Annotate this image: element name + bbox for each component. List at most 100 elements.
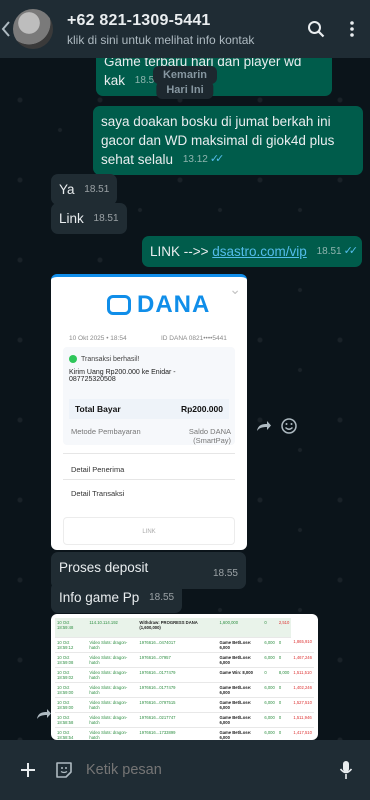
chat-header[interactable]: +62 821-1309-5441 klik di sini untuk mel… (0, 0, 370, 58)
message-incoming[interactable]: Link 18.51 (51, 203, 127, 234)
table-row: 10 Oct 18:59:08 Video Slots: dragon-hatch… (55, 652, 314, 668)
message-link[interactable]: dsastro.com/vip (212, 244, 307, 259)
table-cell: 6,000 (262, 712, 277, 728)
table-cell: 0 (262, 618, 277, 638)
contact-subtitle: klik di sini untuk melihat info kontak (67, 32, 255, 47)
date-chip: Hari Ini (156, 81, 214, 99)
table-cell: 0 (276, 727, 292, 740)
table-cell: Game Bet/Lose: 6,000 (217, 727, 263, 740)
table-cell: 6,000 (262, 637, 277, 653)
table-row: 10 Oct 18:58:54 Video Slots: dragon-hatch… (55, 727, 314, 740)
table-cell: Game Win: 8,000 (217, 667, 263, 683)
receipt-date: 10 Okt 2025 • 18:54 (69, 335, 127, 342)
table-cell: 10 Oct 18:58:58 (55, 712, 88, 728)
message-time: 18.55 (212, 568, 238, 579)
table-cell: Video Slots: dragon-hatch (87, 652, 138, 668)
message-text: Ya (59, 182, 75, 197)
sticker-icon[interactable] (46, 740, 82, 800)
table-cell: 6,000 (262, 652, 277, 668)
table-cell: Video Slots: dragon-hatch (87, 637, 138, 653)
success-status: Transaksi berhasil! (69, 355, 140, 363)
contact-info[interactable]: +62 821-1309-5441 klik di sini untuk mel… (67, 12, 298, 47)
table-cell: 10 Oct 18:59:12 (55, 637, 88, 653)
method-value: Saldo DANA (SmartPay) (188, 427, 231, 445)
back-arrow-icon[interactable] (0, 0, 12, 58)
table-cell: 2,510 (276, 618, 292, 638)
message-outgoing[interactable]: LINK -->> dsastro.com/vip 18.51 ✓✓ (142, 236, 363, 267)
table-cell: 10 Oct 18:59:08 (55, 652, 88, 668)
message-incoming[interactable]: Info game Pp 18.55 (51, 582, 183, 613)
emoji-reaction-icon[interactable] (277, 414, 301, 438)
plus-icon[interactable] (10, 740, 46, 800)
more-options-icon[interactable] (334, 0, 370, 58)
table-cell: 10 Oct 18:59:00 (55, 682, 88, 698)
table-cell: 1976616...0474017 (137, 637, 218, 653)
table-cell: Video Slots: dragon-hatch (87, 667, 138, 683)
message-time: 18.55 (149, 592, 175, 603)
table-cell: 1,511,510 (291, 667, 314, 683)
table-cell: 10 Oct 18:59:48 (55, 618, 88, 638)
table-cell: 6,000 (262, 682, 277, 698)
message-time: 13.12 ✓✓ (182, 153, 225, 165)
check-circle-icon (69, 355, 77, 363)
table-cell: 0 (276, 652, 292, 668)
message-time: 18.51 (93, 213, 119, 224)
table-cell: 1,511,946 (291, 712, 314, 728)
history-image[interactable]: 10 Oct 18:59:48 114.10.114.192 Withdraw: P… (51, 614, 318, 740)
table-cell: 10 Oct 18:59:00 (55, 697, 88, 713)
table-cell: 1,527,510 (291, 697, 314, 713)
total-bar: Total Bayar Rp200.000 (69, 399, 229, 419)
transaction-detail: Detail Transaksi (71, 489, 125, 498)
message-text: Link (59, 211, 84, 226)
receipt-description: Kirim Uang Rp200.000 ke Enidar - 0877253… (69, 369, 176, 383)
table-row: 10 Oct 18:59:02 Video Slots: dragon-hatch… (55, 667, 314, 683)
forward-icon[interactable] (32, 702, 56, 726)
message-time: 18.51 ✓✓ (316, 245, 359, 257)
table-row: 10 Oct 18:59:00 Video Slots: dragon-hatch… (55, 697, 314, 713)
receiver-detail: Detail Penerima (71, 465, 125, 474)
table-cell: Game Bet/Lose: 6,000 (217, 697, 263, 713)
table-cell: Video Slots: dragon-hatch (87, 697, 138, 713)
message-list[interactable]: Game terbaru hari dan player wd kak 18.5… (0, 58, 370, 740)
table-cell: Game Bet/Lose: 6,000 (217, 712, 263, 728)
table-cell: 8,000 (276, 667, 292, 683)
table-cell: 1,600,000 (217, 618, 263, 638)
table-row: 10 Oct 18:59:12 Video Slots: dragon-hatch… (55, 637, 314, 653)
avatar[interactable] (13, 9, 53, 49)
table-cell: Video Slots: dragon-hatch (87, 727, 138, 740)
table-cell: 0 (276, 682, 292, 698)
message-input[interactable] (82, 750, 328, 790)
table-header-row: 10 Oct 18:59:48 114.10.114.192 Withdraw: P… (55, 618, 314, 638)
message-composer (0, 740, 370, 800)
table-row: 10 Oct 18:58:58 Video Slots: dragon-hatch… (55, 712, 314, 728)
table-cell: 1976616...0217747 (137, 712, 218, 728)
table-cell: 1976616...07957 (137, 652, 218, 668)
message-text: LINK -->> (150, 244, 213, 259)
table-cell: Game Bet/Lose: 6,000 (217, 637, 263, 653)
table-cell: 1,865,910 (291, 637, 314, 653)
search-icon[interactable] (298, 0, 334, 58)
receipt-id: ID DANA 0821••••5441 (161, 335, 227, 342)
method-label: Metode Pembayaran (71, 427, 141, 436)
table-cell: 1976616...0177479 (137, 682, 218, 698)
forward-icon[interactable] (252, 414, 276, 438)
table-row: 10 Oct 18:59:00 Video Slots: dragon-hatch… (55, 682, 314, 698)
table-cell: 6,000 (262, 727, 277, 740)
contact-name: +62 821-1309-5441 (67, 11, 211, 29)
message-incoming[interactable]: Ya 18.51 (51, 174, 118, 205)
receipt-image[interactable]: ⌄ DANA 10 Okt 2025 • 18:54 ID DANA 0821•… (51, 274, 247, 550)
microphone-icon[interactable] (328, 740, 364, 800)
receipt-link-button: LINK (63, 517, 235, 545)
table-cell: Video Slots: dragon-hatch (87, 712, 138, 728)
table-cell: 6,000 (262, 697, 277, 713)
table-cell: 0 (276, 697, 292, 713)
chevron-down-icon[interactable]: ⌄ (229, 281, 241, 298)
table-cell: 0 (262, 667, 277, 683)
table-cell: 1,467,246 (291, 652, 314, 668)
message-outgoing[interactable]: saya doakan bosku di jumat berkah ini ga… (93, 106, 363, 175)
table-cell: 10 Oct 18:58:54 (55, 727, 88, 740)
table-cell: 1976616...1733899 (137, 727, 218, 740)
table-cell: Withdraw: PROGRESS DANA (1,600,000) (137, 618, 218, 638)
table-cell: Game Bet/Lose: 6,000 (217, 652, 263, 668)
table-cell: 0 (276, 637, 292, 653)
